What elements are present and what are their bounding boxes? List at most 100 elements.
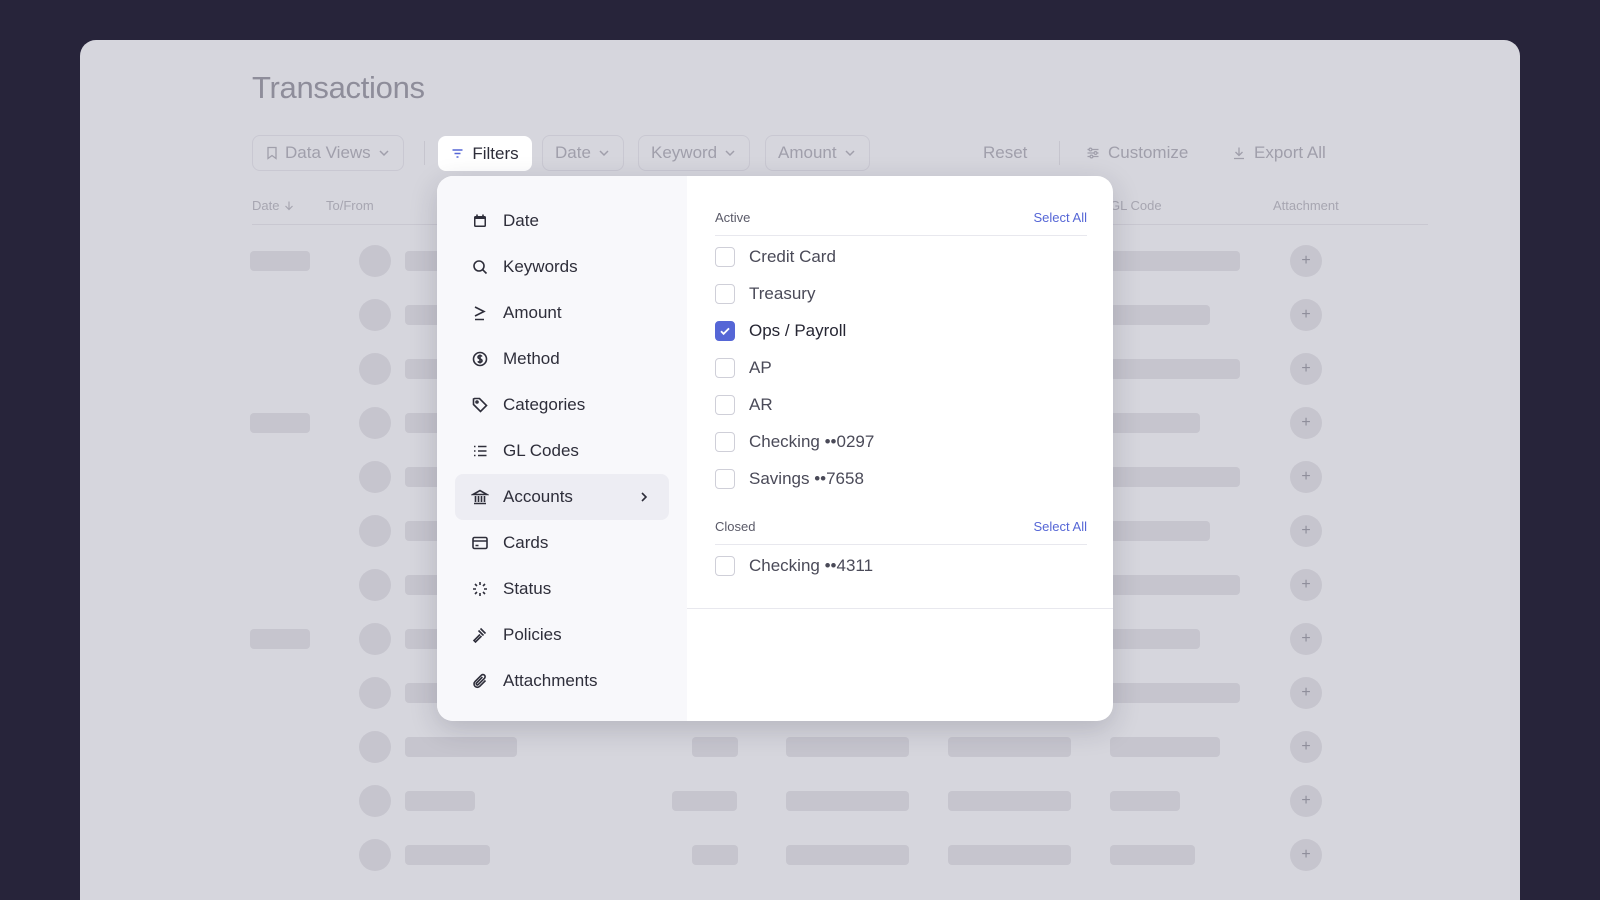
skeleton-gl-code bbox=[1110, 629, 1200, 649]
select-all-closed-link[interactable]: Select All bbox=[1034, 519, 1087, 534]
filter-category-label: GL Codes bbox=[503, 441, 579, 460]
export-all-button[interactable]: Export All bbox=[1232, 135, 1326, 171]
filter-menu: Date Keywords Amount Method Categories G… bbox=[437, 176, 1113, 721]
account-option-checking-0297[interactable]: Checking ••0297 bbox=[715, 431, 874, 453]
data-views-label: Data Views bbox=[285, 143, 371, 162]
add-attachment-button[interactable]: + bbox=[1290, 461, 1322, 493]
checkbox[interactable] bbox=[715, 247, 735, 267]
table-row[interactable]: + bbox=[80, 834, 1520, 888]
checkbox[interactable] bbox=[715, 284, 735, 304]
filter-category-keywords[interactable]: Keywords bbox=[455, 244, 669, 290]
filter-category-gl-codes[interactable]: GL Codes bbox=[455, 428, 669, 474]
filter-category-accounts[interactable]: Accounts bbox=[455, 474, 669, 520]
skeleton-text bbox=[786, 845, 909, 865]
skeleton-gl-code bbox=[1110, 305, 1210, 325]
skeleton-text bbox=[692, 737, 738, 757]
app-window: Transactions Data Views Filters Date Key… bbox=[80, 40, 1520, 900]
skeleton-gl-code bbox=[1110, 359, 1240, 379]
account-option-treasury[interactable]: Treasury bbox=[715, 283, 815, 305]
add-attachment-button[interactable]: + bbox=[1290, 515, 1322, 547]
filter-category-label: Attachments bbox=[503, 671, 598, 690]
toolbar-divider bbox=[1059, 141, 1060, 165]
plus-icon: + bbox=[1301, 414, 1311, 431]
gavel-icon bbox=[472, 627, 487, 644]
plus-icon: + bbox=[1301, 252, 1311, 269]
column-header-gl-code[interactable]: GL Code bbox=[1110, 198, 1162, 213]
add-attachment-button[interactable]: + bbox=[1290, 353, 1322, 385]
select-all-active-link[interactable]: Select All bbox=[1034, 210, 1087, 225]
account-option-ops-payroll[interactable]: Ops / Payroll bbox=[715, 320, 846, 342]
column-header-attachment[interactable]: Attachment bbox=[1273, 198, 1339, 213]
keyword-filter-label: Keyword bbox=[651, 143, 718, 162]
filter-category-categories[interactable]: Categories bbox=[455, 382, 669, 428]
add-attachment-button[interactable]: + bbox=[1290, 299, 1322, 331]
skeleton-avatar bbox=[359, 353, 391, 385]
greater-equal-icon bbox=[474, 306, 486, 321]
date-filter-button[interactable]: Date bbox=[542, 135, 624, 171]
checkbox[interactable] bbox=[715, 395, 735, 415]
column-header-to-from[interactable]: To/From bbox=[326, 198, 374, 213]
add-attachment-button[interactable]: + bbox=[1290, 785, 1322, 817]
attachment-header-label: Attachment bbox=[1273, 198, 1339, 213]
account-option-ar[interactable]: AR bbox=[715, 394, 773, 416]
skeleton-avatar bbox=[359, 407, 391, 439]
filter-category-date[interactable]: Date bbox=[455, 198, 669, 244]
checkbox-checked[interactable] bbox=[715, 321, 735, 341]
checkbox[interactable] bbox=[715, 432, 735, 452]
sliders-icon bbox=[1087, 147, 1099, 159]
filter-category-label: Cards bbox=[503, 533, 549, 552]
table-row[interactable]: + bbox=[80, 780, 1520, 834]
filter-category-label: Categories bbox=[503, 395, 586, 414]
add-attachment-button[interactable]: + bbox=[1290, 569, 1322, 601]
plus-icon: + bbox=[1301, 684, 1311, 701]
filter-category-method[interactable]: Method bbox=[455, 336, 669, 382]
closed-section-label: Closed bbox=[715, 519, 756, 534]
data-views-button[interactable]: Data Views bbox=[252, 135, 404, 171]
skeleton-avatar bbox=[359, 569, 391, 601]
checkbox[interactable] bbox=[715, 556, 735, 576]
filter-category-policies[interactable]: Policies bbox=[455, 612, 669, 658]
skeleton-text bbox=[948, 845, 1071, 865]
add-attachment-button[interactable]: + bbox=[1290, 731, 1322, 763]
table-row[interactable]: + bbox=[80, 726, 1520, 780]
account-option-checking-4311[interactable]: Checking ••4311 bbox=[715, 555, 873, 577]
add-attachment-button[interactable]: + bbox=[1290, 407, 1322, 439]
skeleton-text bbox=[405, 845, 490, 865]
skeleton-avatar bbox=[359, 839, 391, 871]
filter-category-amount[interactable]: Amount bbox=[455, 290, 669, 336]
download-icon bbox=[1234, 147, 1244, 160]
add-attachment-button[interactable]: + bbox=[1290, 623, 1322, 655]
add-attachment-button[interactable]: + bbox=[1290, 839, 1322, 871]
skeleton-avatar bbox=[359, 461, 391, 493]
amount-filter-label: Amount bbox=[778, 143, 837, 162]
skeleton-text bbox=[405, 737, 517, 757]
checkbox[interactable] bbox=[715, 358, 735, 378]
account-option-ap[interactable]: AP bbox=[715, 357, 772, 379]
keyword-filter-button[interactable]: Keyword bbox=[638, 135, 751, 171]
account-option-credit-card[interactable]: Credit Card bbox=[715, 246, 836, 268]
filter-category-label: Method bbox=[503, 349, 560, 368]
filter-category-attachments[interactable]: Attachments bbox=[455, 658, 669, 704]
skeleton-avatar bbox=[359, 731, 391, 763]
checkbox[interactable] bbox=[715, 469, 735, 489]
calendar-icon bbox=[474, 214, 486, 227]
option-label: Checking ••4311 bbox=[749, 556, 874, 575]
customize-label: Customize bbox=[1108, 143, 1189, 162]
filters-button[interactable]: Filters bbox=[438, 136, 532, 171]
column-header-date[interactable]: Date bbox=[252, 198, 295, 213]
tag-icon bbox=[472, 397, 488, 413]
customize-button[interactable]: Customize bbox=[1086, 135, 1188, 171]
reset-button[interactable]: Reset bbox=[983, 135, 1027, 171]
skeleton-text bbox=[786, 791, 909, 811]
option-label: AR bbox=[749, 395, 773, 414]
date-header-label: Date bbox=[252, 198, 280, 213]
skeleton-avatar bbox=[359, 623, 391, 655]
add-attachment-button[interactable]: + bbox=[1290, 245, 1322, 277]
filter-category-cards[interactable]: Cards bbox=[455, 520, 669, 566]
add-attachment-button[interactable]: + bbox=[1290, 677, 1322, 709]
skeleton-text bbox=[948, 737, 1071, 757]
filter-category-status[interactable]: Status bbox=[455, 566, 669, 612]
account-option-savings-7658[interactable]: Savings ••7658 bbox=[715, 468, 864, 490]
amount-filter-button[interactable]: Amount bbox=[765, 135, 870, 171]
skeleton-gl-code bbox=[1110, 521, 1210, 541]
